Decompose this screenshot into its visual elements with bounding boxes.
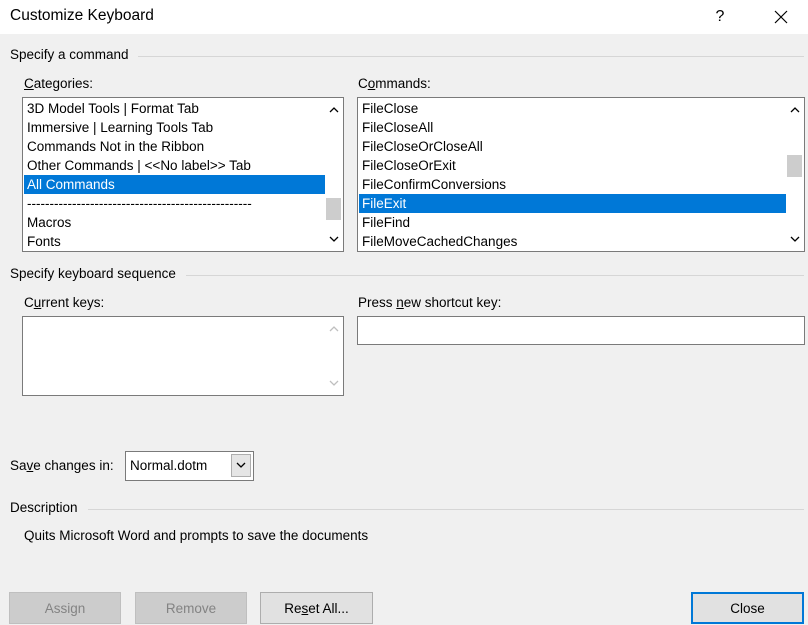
- list-item[interactable]: FileFind: [359, 213, 786, 232]
- categories-scrollbar[interactable]: [325, 99, 342, 250]
- save-changes-dropdown[interactable]: Normal.dotm: [125, 451, 254, 481]
- list-item[interactable]: Immersive | Learning Tools Tab: [24, 118, 325, 137]
- new-shortcut-label: Press new shortcut key:: [358, 295, 502, 310]
- list-separator[interactable]: ----------------------------------------…: [24, 194, 325, 213]
- list-item-selected[interactable]: FileExit: [359, 194, 786, 213]
- help-button[interactable]: ?: [700, 0, 740, 34]
- help-icon: ?: [715, 8, 725, 25]
- list-item[interactable]: FileCloseOrCloseAll: [359, 137, 786, 156]
- keyboard-sequence-heading: Specify keyboard sequence: [10, 266, 176, 281]
- scroll-down-button[interactable]: [325, 231, 342, 248]
- section-divider: [138, 56, 804, 57]
- save-changes-value: Normal.dotm: [130, 458, 208, 473]
- list-item[interactable]: FileMoveCachedChanges: [359, 232, 786, 251]
- section-divider: [88, 509, 804, 510]
- section-divider: [186, 275, 804, 276]
- categories-listbox[interactable]: 3D Model Tools | Format Tab Immersive | …: [22, 97, 344, 252]
- scroll-down-button[interactable]: [325, 375, 342, 392]
- list-item[interactable]: Other Commands | <<No label>> Tab: [24, 156, 325, 175]
- scroll-thumb[interactable]: [326, 198, 341, 220]
- current-keys-listbox[interactable]: [22, 316, 344, 396]
- scroll-down-button[interactable]: [786, 231, 803, 248]
- current-keys-label: Current keys:: [24, 295, 105, 310]
- chevron-up-icon: [329, 107, 338, 113]
- remove-button[interactable]: Remove: [135, 592, 247, 624]
- reset-all-button[interactable]: Re s et All...: [260, 592, 373, 624]
- close-x-icon: [774, 10, 788, 24]
- chevron-up-icon: [790, 107, 799, 113]
- close-dialog-button[interactable]: [758, 0, 804, 34]
- list-item[interactable]: FileConfirmConversions: [359, 175, 786, 194]
- commands-listbox[interactable]: FileClose FileCloseAll FileCloseOrCloseA…: [357, 97, 805, 252]
- close-button[interactable]: Close: [691, 592, 804, 624]
- current-keys-scrollbar[interactable]: [325, 318, 342, 394]
- description-text: Quits Microsoft Word and prompts to save…: [24, 528, 369, 543]
- categories-label: Categories:: [24, 76, 94, 91]
- scroll-thumb[interactable]: [787, 155, 802, 177]
- list-item[interactable]: 3D Model Tools | Format Tab: [24, 99, 325, 118]
- list-item[interactable]: FileCloseOrExit: [359, 156, 786, 175]
- description-heading: Description: [10, 500, 78, 515]
- scroll-up-button[interactable]: [325, 101, 342, 118]
- list-item[interactable]: FileClose: [359, 99, 786, 118]
- specify-command-heading: Specify a command: [10, 47, 129, 62]
- commands-label: Commands:: [358, 76, 431, 91]
- list-item-selected[interactable]: All Commands: [24, 175, 325, 194]
- assign-button[interactable]: Assign: [9, 592, 121, 624]
- chevron-down-icon: [236, 462, 246, 468]
- list-item[interactable]: Macros: [24, 213, 325, 232]
- scroll-up-button[interactable]: [325, 320, 342, 337]
- chevron-up-icon: [329, 326, 338, 332]
- scroll-up-button[interactable]: [786, 101, 803, 118]
- save-changes-label: Save changes in:: [10, 458, 114, 473]
- chevron-down-icon: [329, 380, 338, 386]
- dialog-title: Customize Keyboard: [10, 7, 154, 24]
- list-item[interactable]: FileCloseAll: [359, 118, 786, 137]
- list-item[interactable]: Fonts: [24, 232, 325, 251]
- chevron-down-icon: [790, 236, 799, 242]
- chevron-down-icon: [329, 236, 338, 242]
- list-item[interactable]: Commands Not in the Ribbon: [24, 137, 325, 156]
- dropdown-button[interactable]: [231, 454, 251, 477]
- commands-scrollbar[interactable]: [786, 99, 803, 250]
- new-shortcut-input[interactable]: [357, 316, 805, 345]
